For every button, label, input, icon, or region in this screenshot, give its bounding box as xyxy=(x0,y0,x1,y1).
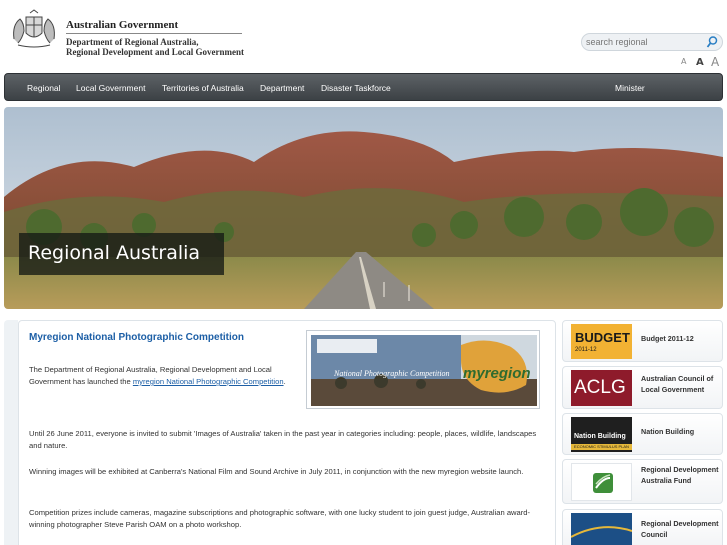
article-paragraph-3: Winning images will be exhibited at Canb… xyxy=(29,467,524,476)
budget-thumbnail: BUDGET 2011-12 xyxy=(571,324,632,359)
hero-title: Regional Australia xyxy=(28,242,201,264)
text-size-medium[interactable]: A xyxy=(696,57,704,68)
department-name-line-2: Regional Development and Local Governmen… xyxy=(66,47,244,57)
card-label-rda-fund: Regional Development Australia Fund xyxy=(641,465,719,485)
nav-item-local-government[interactable]: Local Government xyxy=(76,83,145,93)
hero-banner: Regional Australia xyxy=(4,107,723,309)
card-budget[interactable]: BUDGET 2011-12 Budget 2011-12 xyxy=(562,320,723,362)
hero-caption: Regional Australia xyxy=(19,233,224,275)
intro-end: . xyxy=(283,377,286,386)
nav-item-department[interactable]: Department xyxy=(260,83,304,93)
rda-fund-logo xyxy=(593,473,613,493)
promo-caption: National Photographic Competition xyxy=(334,369,450,378)
budget-thumb-sub: 2011-12 xyxy=(575,347,597,353)
search-icon[interactable] xyxy=(705,35,719,49)
rda-fund-thumbnail xyxy=(571,463,632,501)
nation-building-thumb-sub: ECONOMIC STIMULUS PLAN xyxy=(571,444,632,450)
nav-item-minister[interactable]: Minister xyxy=(615,83,645,93)
card-rd-council[interactable]: Regional Development Council xyxy=(562,509,723,545)
aclg-thumbnail: ACLG xyxy=(571,370,632,406)
article-title[interactable]: Myregion National Photographic Competiti… xyxy=(29,332,244,343)
nation-building-thumb-text: Nation Building xyxy=(574,433,626,440)
search-input[interactable] xyxy=(583,35,701,49)
left-edge-tab xyxy=(4,320,18,545)
myregion-logo: myregion xyxy=(463,365,531,382)
aclg-thumb-text: ACLG xyxy=(574,377,626,398)
nav-item-disaster-taskforce[interactable]: Disaster Taskforce xyxy=(321,83,391,93)
coat-of-arms-logo xyxy=(13,9,55,48)
nation-building-thumbnail: Nation Building ECONOMIC STIMULUS PLAN xyxy=(571,417,632,452)
card-rda-fund[interactable]: Regional Development Australia Fund xyxy=(562,459,723,504)
nav-item-regional[interactable]: Regional xyxy=(27,83,61,93)
rd-council-thumbnail xyxy=(571,513,632,545)
text-size-small[interactable]: A xyxy=(681,57,686,66)
competition-promo-image[interactable]: National Photographic Competition myregi… xyxy=(306,330,540,409)
competition-link[interactable]: myregion National Photographic Competiti… xyxy=(133,377,284,386)
header-divider xyxy=(66,33,242,34)
article-paragraph-2: Until 26 June 2011, everyone is invited … xyxy=(29,429,537,450)
rd-council-logo xyxy=(571,526,632,538)
card-label-aclg: Australian Council of Local Government xyxy=(641,374,714,394)
text-size-large[interactable]: A xyxy=(711,55,719,69)
card-label-budget: Budget 2011-12 xyxy=(641,334,694,343)
budget-thumb-text: BUDGET xyxy=(575,330,630,345)
landscape-image xyxy=(4,107,723,309)
article-paragraph-4: Competition prizes include cameras, maga… xyxy=(29,508,531,529)
department-name-line-1: Department of Regional Australia, xyxy=(66,37,199,47)
nav-item-territories[interactable]: Territories of Australia xyxy=(162,83,244,93)
article-intro: The Department of Regional Australia, Re… xyxy=(29,364,299,388)
government-title: Australian Government xyxy=(66,19,179,31)
card-label-nation-building: Nation Building xyxy=(641,427,695,436)
card-label-rd-council: Regional Development Council xyxy=(641,519,719,539)
main-navigation: Regional Local Government Territories of… xyxy=(4,73,723,101)
card-aclg[interactable]: ACLG Australian Council of Local Governm… xyxy=(562,366,723,409)
search-box xyxy=(581,33,723,51)
card-nation-building[interactable]: Nation Building ECONOMIC STIMULUS PLAN N… xyxy=(562,413,723,455)
main-content-panel: Myregion National Photographic Competiti… xyxy=(18,320,556,545)
